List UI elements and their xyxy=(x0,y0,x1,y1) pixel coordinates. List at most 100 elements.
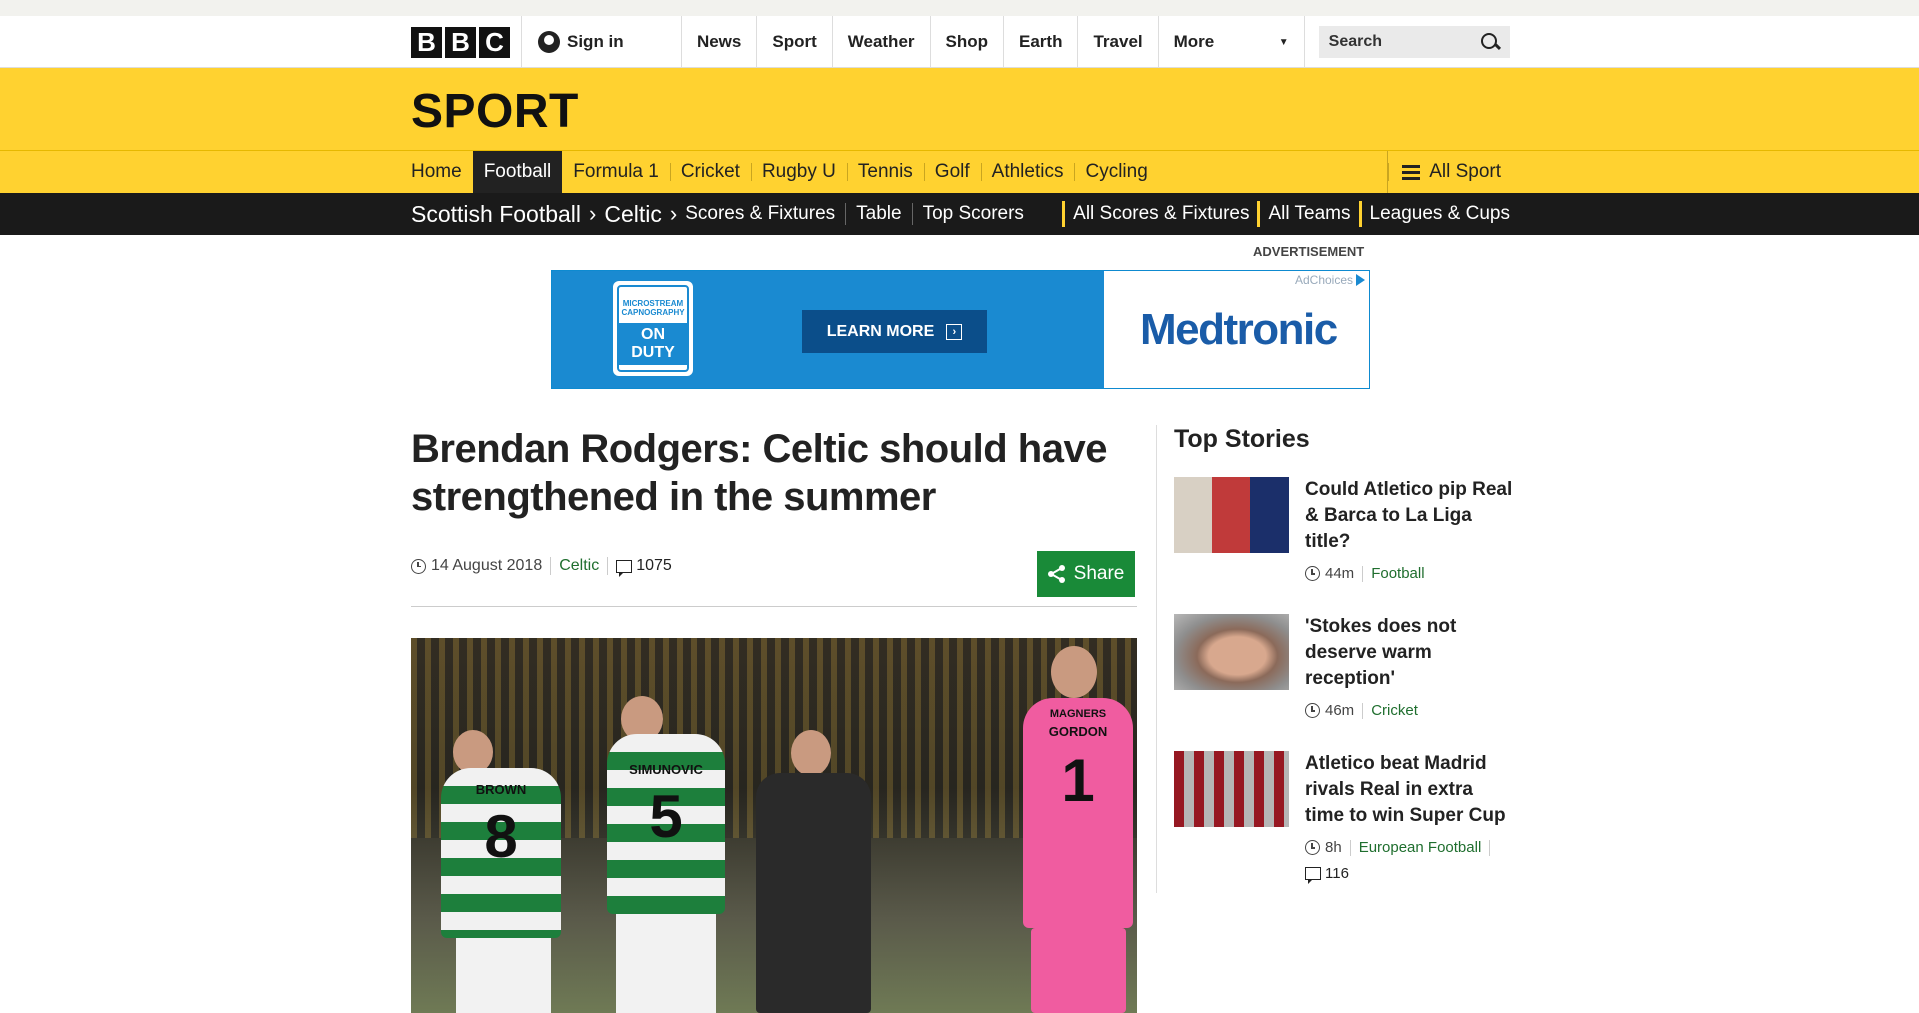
player-shirt-number: 1 xyxy=(1061,747,1095,814)
sidebar-divider xyxy=(1156,425,1157,893)
story-title-link[interactable]: 'Stokes does not deserve warm reception' xyxy=(1305,614,1515,692)
clock-icon xyxy=(1305,566,1320,581)
ad-badge-duty: ON DUTY xyxy=(619,323,687,365)
adchoices-link[interactable]: AdChoices xyxy=(1295,273,1365,287)
story-time: 44m xyxy=(1325,565,1355,582)
subnav-right-links: All Scores & Fixtures All Teams Leagues … xyxy=(1054,201,1510,227)
hamburger-menu-icon xyxy=(1402,164,1421,180)
ad-badge-line: MICROSTREAM xyxy=(622,299,684,308)
advertisement-banner[interactable]: MICROSTREAM CAPNOGRAPHY ON DUTY LEARN MO… xyxy=(551,270,1370,389)
clock-icon xyxy=(411,558,426,574)
subnav-all-teams[interactable]: All Teams xyxy=(1268,203,1350,225)
comment-icon[interactable] xyxy=(616,559,633,577)
chevron-right-icon: › xyxy=(589,201,597,226)
player-shirt-brown: BROWN 8 xyxy=(441,768,561,938)
bbc-logo-letter: C xyxy=(479,26,510,58)
sport-nav-tennis[interactable]: Tennis xyxy=(846,151,924,193)
signin-label: Sign in xyxy=(567,32,624,51)
story-thumbnail[interactable] xyxy=(1174,751,1289,827)
story-time: 46m xyxy=(1325,702,1355,719)
story-meta: 44m Football xyxy=(1305,565,1515,582)
divider xyxy=(845,203,847,225)
story-topic-link[interactable]: Cricket xyxy=(1371,702,1418,719)
article-hero-image: BROWN 8 SIMUNOVIC 5 MAGNERS GORDON 1 xyxy=(411,638,1137,1013)
nav-news[interactable]: News xyxy=(682,16,758,68)
comment-icon[interactable] xyxy=(1305,867,1321,884)
story-thumbnail[interactable] xyxy=(1174,614,1289,690)
player-shirt-simunovic: SIMUNOVIC 5 xyxy=(607,734,725,914)
search-box[interactable]: Search xyxy=(1318,26,1510,58)
section-title[interactable]: SPORT xyxy=(411,84,579,139)
story-meta: 8h European Football 116 xyxy=(1305,839,1515,884)
story-topic-link[interactable]: Football xyxy=(1371,565,1424,582)
story-thumbnail[interactable] xyxy=(1174,477,1289,553)
divider xyxy=(607,557,609,575)
bbc-logo-letter: B xyxy=(411,26,442,58)
ad-right-panel[interactable]: AdChoices Medtronic xyxy=(1104,271,1369,388)
nav-sport[interactable]: Sport xyxy=(757,16,833,68)
subnav-scores-fixtures[interactable]: Scores & Fixtures xyxy=(685,203,835,225)
sport-nav-rugby-union[interactable]: Rugby U xyxy=(750,151,847,193)
sport-nav-home[interactable]: Home xyxy=(411,151,473,193)
story-comment-count[interactable]: 116 xyxy=(1325,865,1349,882)
nav-earth[interactable]: Earth xyxy=(1004,16,1079,68)
football-sub-nav: Scottish Football › Celtic › Scores & Fi… xyxy=(0,193,1919,235)
sport-nav-athletics[interactable]: Athletics xyxy=(980,151,1075,193)
story-body: Could Atletico pip Real & Barca to La Li… xyxy=(1305,477,1515,582)
ad-badge-line: CAPNOGRAPHY xyxy=(621,308,685,317)
player-shirt-number: 8 xyxy=(484,803,518,870)
search-input[interactable]: Search xyxy=(1329,33,1382,51)
search-icon[interactable] xyxy=(1480,32,1500,52)
article-headline: Brendan Rodgers: Celtic should have stre… xyxy=(411,427,1107,519)
subnav-leagues-cups[interactable]: Leagues & Cups xyxy=(1370,203,1511,225)
nav-more[interactable]: More ▼ xyxy=(1159,16,1305,68)
ad-brand-logo: Medtronic xyxy=(1140,305,1338,354)
story-body: 'Stokes does not deserve warm reception'… xyxy=(1305,614,1515,719)
story-body: Atletico beat Madrid rivals Real in extr… xyxy=(1305,751,1515,884)
adchoices-label: AdChoices xyxy=(1294,273,1353,287)
sport-nav-football[interactable]: Football xyxy=(472,151,563,193)
clock-icon xyxy=(1305,703,1320,718)
story-title-link[interactable]: Atletico beat Madrid rivals Real in extr… xyxy=(1305,751,1515,829)
top-stories-heading: Top Stories xyxy=(1174,425,1310,453)
breadcrumb-celtic[interactable]: Celtic xyxy=(604,201,662,228)
sport-nav-cricket[interactable]: Cricket xyxy=(669,151,751,193)
all-sport-button[interactable]: All Sport xyxy=(1387,151,1510,193)
nav-shop[interactable]: Shop xyxy=(931,16,1005,68)
divider xyxy=(1358,201,1362,227)
sport-nav-golf[interactable]: Golf xyxy=(923,151,981,193)
chevron-right-icon: › xyxy=(669,201,678,226)
nav-travel[interactable]: Travel xyxy=(1078,16,1159,68)
ad-left-panel[interactable]: MICROSTREAM CAPNOGRAPHY ON DUTY LEARN MO… xyxy=(552,271,1104,388)
story-topic-link[interactable]: European Football xyxy=(1359,839,1482,856)
bbc-logo[interactable]: B B C xyxy=(411,26,510,58)
subnav-table[interactable]: Table xyxy=(856,203,901,225)
article-comment-count[interactable]: 1075 xyxy=(636,557,672,575)
goalkeeper-shirt-gordon: MAGNERS GORDON 1 xyxy=(1023,698,1133,928)
user-icon xyxy=(538,31,560,53)
nav-weather[interactable]: Weather xyxy=(833,16,931,68)
ad-learn-more-label: LEARN MORE xyxy=(826,322,935,340)
manager-head xyxy=(791,730,831,776)
share-label: Share xyxy=(1073,563,1125,584)
subnav-top-scorers[interactable]: Top Scorers xyxy=(923,203,1024,225)
divider xyxy=(911,203,913,225)
sport-nav-cycling[interactable]: Cycling xyxy=(1074,151,1158,193)
all-sport-label: All Sport xyxy=(1429,161,1501,182)
ad-badge: MICROSTREAM CAPNOGRAPHY ON DUTY xyxy=(613,281,693,376)
divider xyxy=(1362,565,1364,582)
goalkeeper-head xyxy=(1051,646,1097,698)
sport-nav-formula1[interactable]: Formula 1 xyxy=(562,151,670,193)
story-title-link[interactable]: Could Atletico pip Real & Barca to La Li… xyxy=(1305,477,1515,555)
article-topic-link[interactable]: Celtic xyxy=(559,557,599,575)
player-shorts xyxy=(456,938,551,1013)
share-button[interactable]: Share xyxy=(1037,551,1135,597)
subnav-all-scores-fixtures[interactable]: All Scores & Fixtures xyxy=(1073,203,1249,225)
caret-down-icon: ▼ xyxy=(1278,36,1289,48)
signin-link[interactable]: Sign in xyxy=(521,16,681,68)
top-strip xyxy=(0,0,1919,16)
breadcrumb-scottish-football[interactable]: Scottish Football xyxy=(411,201,581,228)
player-shirt-name: SIMUNOVIC xyxy=(629,762,703,777)
advertisement-label: ADVERTISEMENT xyxy=(1253,244,1365,259)
ad-learn-more-button[interactable]: LEARN MORE › xyxy=(802,310,987,353)
